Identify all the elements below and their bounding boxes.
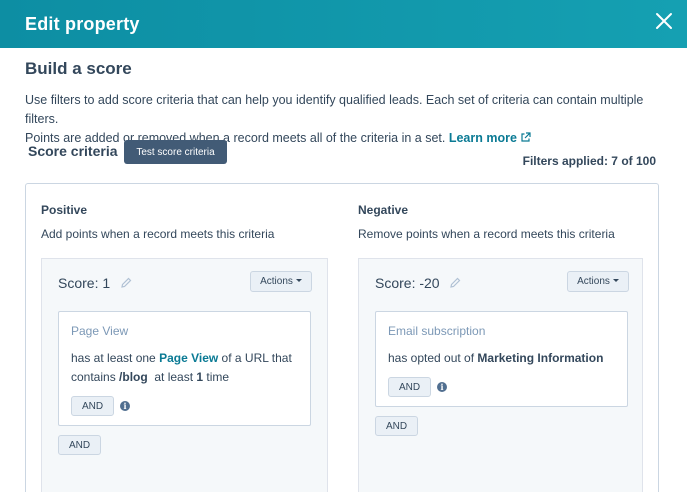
external-link-icon xyxy=(521,132,531,142)
score-criteria-label: Score criteria xyxy=(28,143,118,159)
and-button[interactable]: AND xyxy=(71,396,115,416)
description: Use filters to add score criteria that c… xyxy=(25,91,675,148)
positive-score-label: Score: 1 xyxy=(58,275,132,291)
page-view-filter-card: Page View has at least one Page View of … xyxy=(58,311,311,426)
add-and-button[interactable]: AND xyxy=(375,416,419,436)
filter-card-text: has opted out of Marketing Information xyxy=(388,351,604,365)
modal-title: Edit property xyxy=(25,13,140,34)
negative-heading: Negative xyxy=(358,203,409,217)
add-and-button[interactable]: AND xyxy=(58,435,102,455)
positive-actions-dropdown[interactable]: Actions xyxy=(250,271,312,292)
and-button[interactable]: AND xyxy=(388,377,432,397)
info-icon[interactable]: i xyxy=(437,382,447,392)
caret-down-icon xyxy=(612,279,619,282)
modal-body: Build a score Use filters to add score c… xyxy=(0,48,687,492)
filter-card-title: Email subscription xyxy=(388,324,486,338)
learn-more-link[interactable]: Learn more xyxy=(449,131,531,145)
positive-subheading: Add points when a record meets this crit… xyxy=(41,227,275,241)
page-title: Build a score xyxy=(25,59,132,78)
test-score-criteria-button[interactable]: Test score criteria xyxy=(124,140,227,164)
caret-down-icon xyxy=(295,279,302,282)
pencil-icon[interactable] xyxy=(120,277,132,289)
negative-actions-dropdown[interactable]: Actions xyxy=(567,271,629,292)
email-subscription-filter-card: Email subscription has opted out of Mark… xyxy=(375,311,628,407)
filter-card-text: has at least one Page View of a URL that… xyxy=(71,351,292,384)
negative-subheading: Remove points when a record meets this c… xyxy=(358,227,615,241)
positive-heading: Positive xyxy=(41,203,88,217)
positive-score-panel: Score: 1 Actions Page View has at least … xyxy=(41,258,328,492)
info-icon[interactable]: i xyxy=(120,401,130,411)
negative-score-label: Score: -20 xyxy=(375,275,461,291)
close-icon[interactable] xyxy=(655,12,673,30)
filters-applied-count: Filters applied: 7 of 100 xyxy=(522,154,656,168)
pencil-icon[interactable] xyxy=(449,277,461,289)
modal-header: Edit property xyxy=(0,0,687,48)
description-line-1: Use filters to add score criteria that c… xyxy=(25,93,644,126)
negative-score-panel: Score: -20 Actions Email subscription ha… xyxy=(358,258,643,492)
filter-card-title: Page View xyxy=(71,324,129,338)
page-view-link[interactable]: Page View xyxy=(159,351,218,365)
criteria-container: Positive Add points when a record meets … xyxy=(25,183,659,492)
